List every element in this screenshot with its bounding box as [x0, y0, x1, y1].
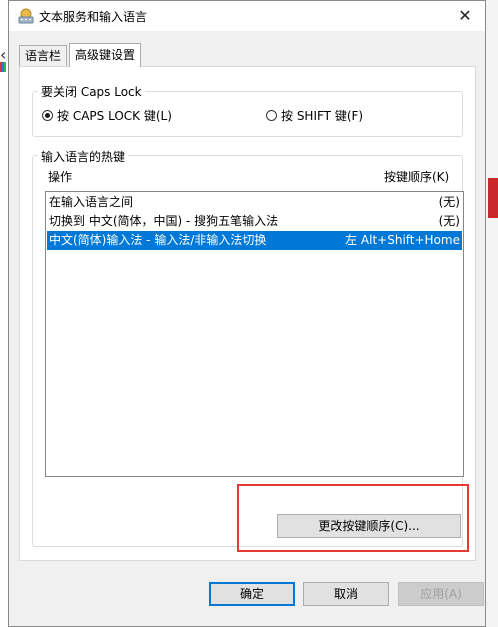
cancel-button[interactable]: 取消: [303, 582, 389, 606]
column-header-key-sequence: 按键顺序(K): [384, 170, 450, 184]
ok-button[interactable]: 确定: [209, 582, 295, 606]
hotkey-key-sequence: (无): [438, 214, 460, 228]
background-color-icon: [0, 62, 6, 72]
tab-language-bar[interactable]: 语言栏: [19, 45, 68, 66]
hotkey-row[interactable]: 在输入语言之间 (无): [47, 193, 462, 212]
hotkey-key-sequence: 左 Alt+Shift+Home: [345, 233, 460, 247]
caps-lock-option[interactable]: 按 CAPS LOCK 键(L): [42, 107, 172, 124]
hotkey-row-selected[interactable]: 中文(简体)输入法 - 输入法/非输入法切换 左 Alt+Shift+Home: [47, 231, 462, 250]
hotkey-action: 切换到 中文(简体，中国) - 搜狗五笔输入法: [49, 214, 279, 228]
hotkey-key-sequence: (无): [438, 195, 460, 209]
radio-unchecked-icon: [266, 110, 277, 121]
window-title: 文本服务和输入语言: [39, 10, 148, 24]
hotkeys-group-label: 输入语言的热键: [38, 148, 129, 165]
hotkey-action: 在输入语言之间: [49, 195, 134, 209]
annotation-highlight-box: [237, 484, 469, 552]
tab-advanced-key-settings[interactable]: 高级键设置: [69, 43, 142, 67]
radio-checked-icon: [42, 110, 53, 121]
apply-button[interactable]: 应用(A): [398, 582, 484, 606]
background-red-element: [488, 178, 498, 218]
caps-lock-option-label: 按 CAPS LOCK 键(L): [57, 109, 172, 123]
shift-option[interactable]: 按 SHIFT 键(F): [266, 107, 363, 124]
shift-option-label: 按 SHIFT 键(F): [281, 109, 364, 123]
title-bar: 文本服务和输入语言 ✕: [9, 1, 485, 31]
keyboard-globe-icon: [18, 8, 34, 24]
hotkey-action: 中文(简体)输入法 - 输入法/非输入法切换: [49, 233, 267, 247]
close-button[interactable]: ✕: [451, 4, 479, 28]
hotkey-list[interactable]: 在输入语言之间 (无) 切换到 中文(简体，中国) - 搜狗五笔输入法 (无) …: [45, 191, 464, 477]
caps-lock-group-label: 要关闭 Caps Lock: [38, 83, 145, 100]
column-header-action: 操作: [48, 170, 73, 184]
hotkey-row[interactable]: 切换到 中文(简体，中国) - 搜狗五笔输入法 (无): [47, 212, 462, 231]
close-icon: ✕: [458, 6, 472, 25]
